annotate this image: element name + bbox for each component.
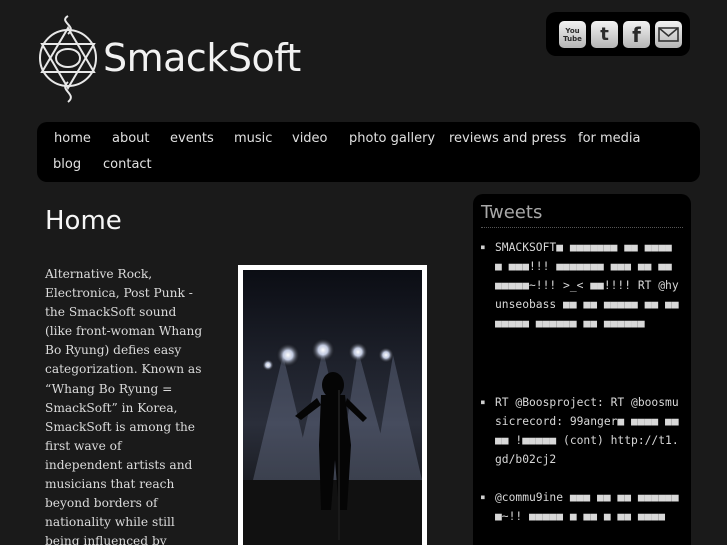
envelope-icon: [658, 27, 679, 42]
intro-text: Alternative Rock, Electronica, Post Punk…: [45, 265, 230, 545]
intro-line: “Whang Bo Ryung =: [45, 381, 173, 396]
intro-line: categorization. Known as: [45, 362, 202, 377]
concert-photo[interactable]: [238, 265, 427, 545]
tweet-item[interactable]: RT @Boosproject: RT @boosmusicrecord: 99…: [481, 393, 685, 469]
nav-item-for-media[interactable]: for media: [578, 131, 641, 146]
nav-item-contact[interactable]: contact: [103, 157, 152, 172]
intro-line: beyond borders of: [45, 496, 158, 511]
intro-line: (like front-woman Whang: [45, 324, 203, 339]
main-nav: home about events music video photo gall…: [37, 122, 700, 182]
intro-line: SmackSoft is among the: [45, 419, 196, 434]
nav-item-video[interactable]: video: [292, 131, 328, 146]
page-title: Home: [45, 206, 122, 236]
nav-item-events[interactable]: events: [170, 131, 214, 146]
facebook-icon[interactable]: f: [623, 21, 650, 48]
sidebar-title: Tweets: [481, 202, 543, 223]
facebook-icon-label: f: [632, 22, 641, 47]
nav-item-about[interactable]: about: [112, 131, 150, 146]
intro-line: nationality while still: [45, 515, 175, 530]
tweets-sidebar: Tweets SMACKSOFT■ ■■■■■■■ ■■ ■■■■ ■ ■■■!…: [473, 194, 691, 545]
sidebar-divider: [481, 227, 683, 228]
twitter-icon-label: t: [600, 24, 609, 45]
email-icon[interactable]: [655, 21, 682, 48]
nav-item-music[interactable]: music: [234, 131, 272, 146]
nav-item-home[interactable]: home: [54, 131, 91, 146]
intro-line: independent artists and: [45, 457, 193, 472]
intro-line: being influenced by: [45, 534, 167, 545]
nav-item-blog[interactable]: blog: [53, 157, 81, 172]
nav-item-reviews-and-press[interactable]: reviews and press: [449, 131, 566, 146]
tweet-item[interactable]: SMACKSOFT■ ■■■■■■■ ■■ ■■■■ ■ ■■■!!! ■■■■…: [481, 238, 685, 333]
knot-star-logo-icon: [39, 15, 97, 103]
youtube-icon[interactable]: You Tube: [559, 21, 586, 48]
brand-name[interactable]: SmackSoft: [103, 36, 301, 80]
intro-line: first wave of: [45, 438, 122, 453]
intro-line: Bo Ryung) defies easy: [45, 343, 182, 358]
concert-photo-image: [243, 270, 422, 545]
intro-line: the SmackSoft sound: [45, 305, 177, 320]
social-links: You Tube t f: [546, 12, 690, 56]
twitter-icon[interactable]: t: [591, 21, 618, 48]
tweet-item[interactable]: @commu9ine ■■■ ■■ ■■ ■■■■■■■~!! ■■■■■ ■ …: [481, 488, 685, 526]
youtube-icon-label: You Tube: [563, 26, 582, 43]
nav-item-photo-gallery[interactable]: photo gallery: [349, 131, 435, 146]
intro-line: Alternative Rock,: [45, 267, 153, 281]
intro-line: Electronica, Post Punk -: [45, 286, 193, 301]
intro-line: musicians that reach: [45, 477, 175, 492]
stage-scene: [243, 270, 422, 545]
brand-logo-icon[interactable]: [34, 12, 102, 104]
intro-line: SmackSoft” in Korea,: [45, 400, 178, 415]
